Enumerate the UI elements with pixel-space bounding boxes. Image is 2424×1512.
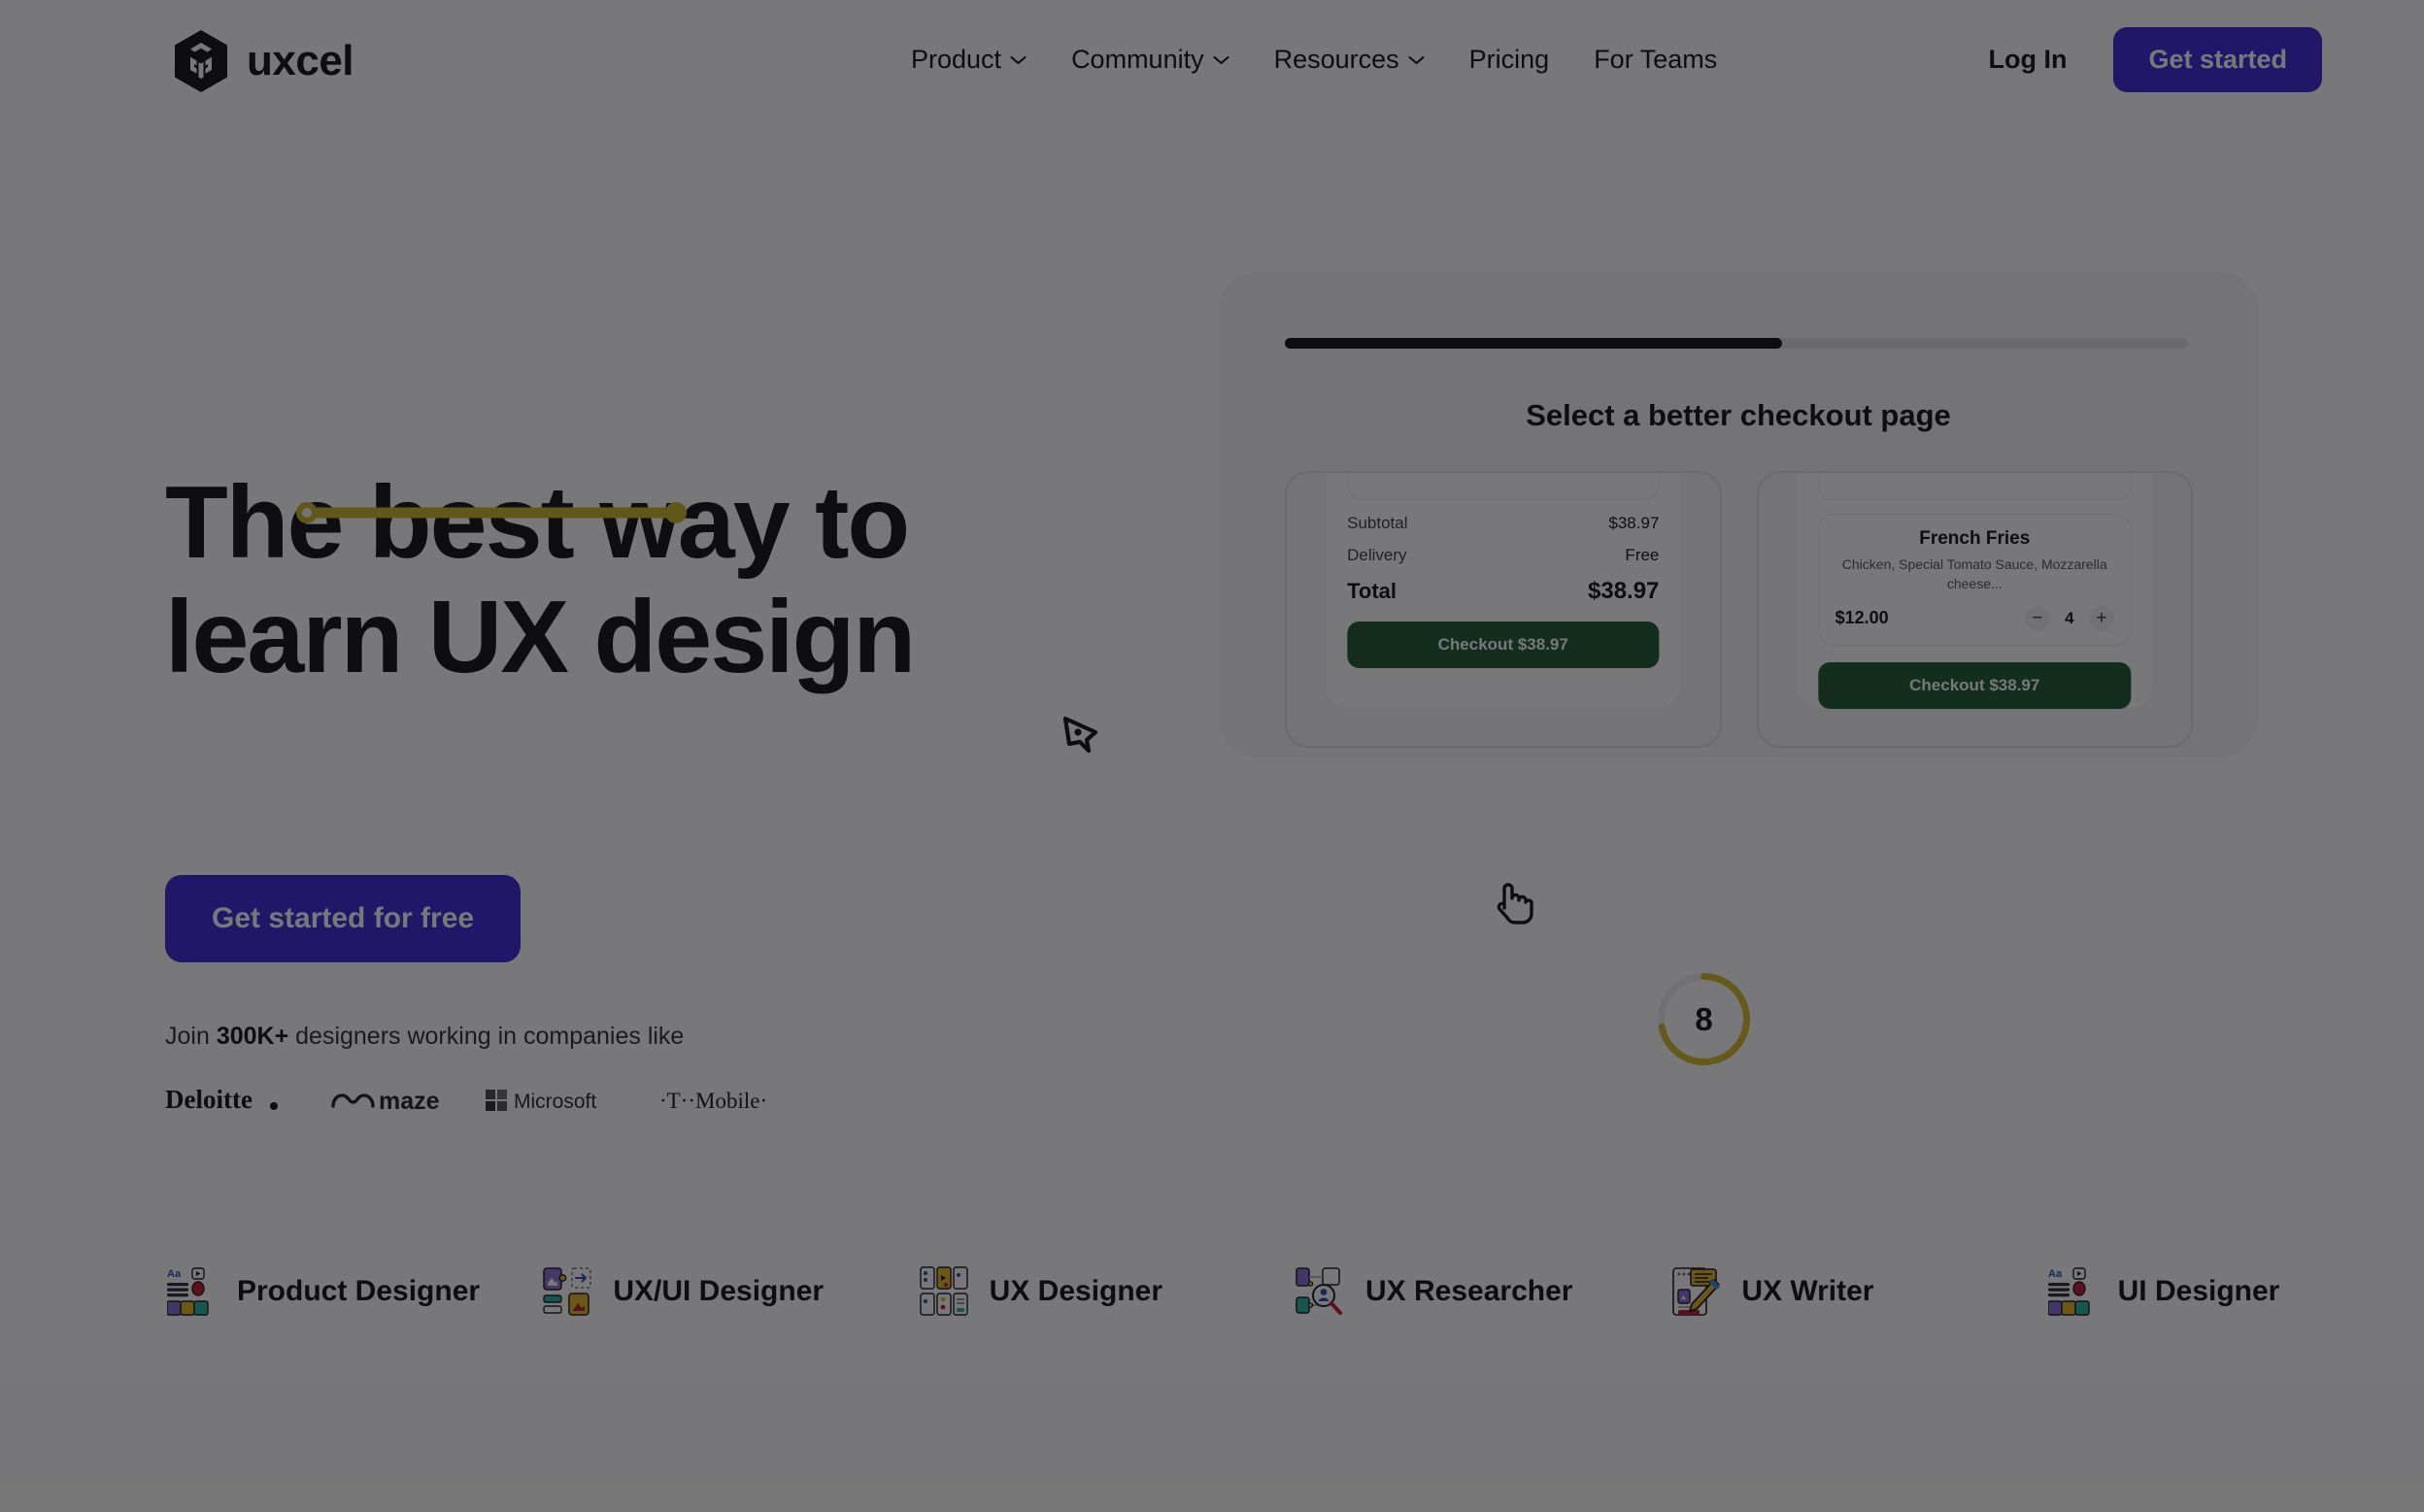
modal-dim-overlay[interactable] bbox=[0, 0, 2424, 1512]
